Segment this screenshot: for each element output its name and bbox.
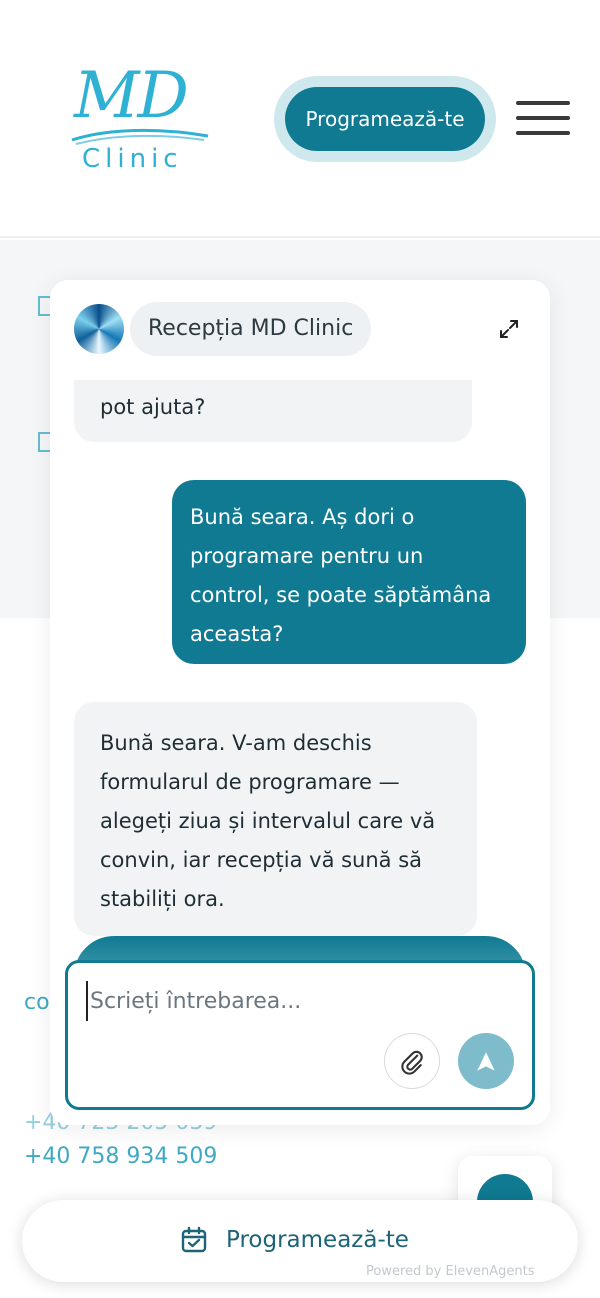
header-book-button[interactable]: Programează-te (285, 87, 485, 151)
hamburger-icon[interactable] (516, 101, 570, 135)
background-text-fragment: co (24, 990, 50, 1015)
powered-by-text[interactable]: Powered by ElevenAgents (366, 1264, 535, 1279)
agent-avatar (74, 304, 124, 354)
logo-md-text: MD (74, 59, 189, 133)
chat-input[interactable] (86, 981, 506, 1021)
assistant-message: Bună seara. V-am deschis formularul de p… (74, 702, 477, 936)
attach-button[interactable] (384, 1033, 440, 1089)
expand-icon[interactable] (498, 318, 520, 340)
background-phone[interactable]: +40 758 934 509 (24, 1144, 217, 1169)
header-book-button-halo: Programează-te (274, 76, 496, 162)
site-header: MD Clinic Programează-te (0, 0, 600, 238)
bottom-book-label: Programează-te (226, 1227, 409, 1253)
paperclip-icon (401, 1050, 423, 1075)
hamburger-line (516, 131, 570, 135)
chat-title: Recepția MD Clinic (130, 302, 372, 356)
clinic-logo[interactable]: MD Clinic (62, 58, 222, 180)
send-button[interactable] (458, 1033, 514, 1089)
hamburger-line (516, 101, 570, 105)
user-message: Bună seara. Aș dori o programare pentru … (172, 480, 526, 664)
send-icon (477, 1051, 495, 1071)
chat-composer (65, 960, 535, 1110)
hamburger-line (516, 116, 570, 120)
calendar-icon (181, 1226, 207, 1253)
chat-widget: Recepția MD Clinic pot ajuta? Bună seara… (50, 280, 550, 1125)
assistant-message: pot ajuta? (74, 380, 472, 442)
logo-clinic-text: Clinic (82, 144, 183, 174)
